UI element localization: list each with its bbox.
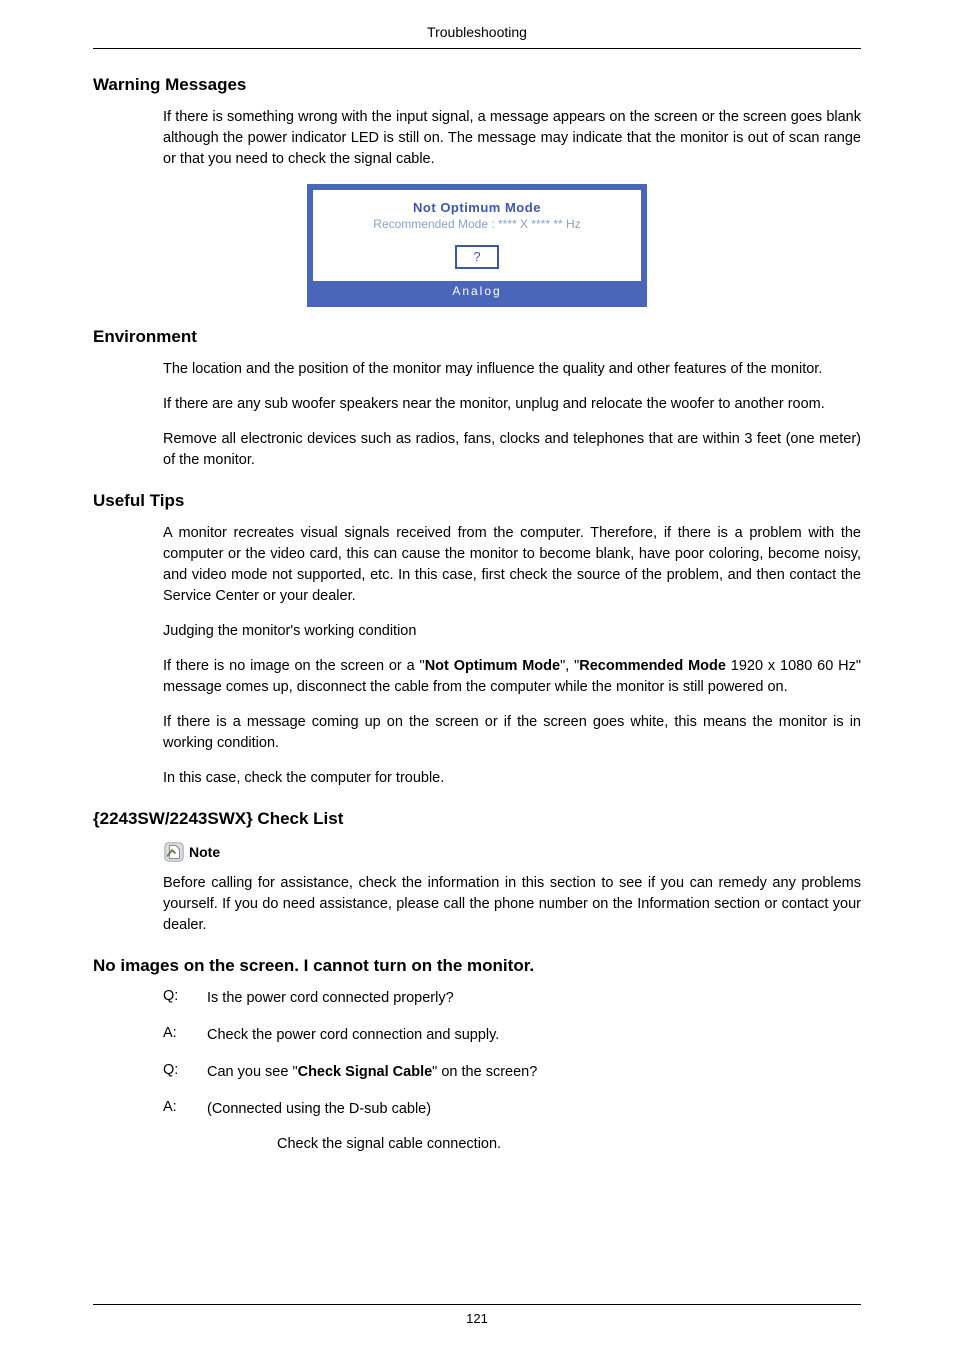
qa-a2-label: A:	[163, 1099, 185, 1115]
qa-a2: A: (Connected using the D-sub cable)	[163, 1099, 861, 1120]
environment-p2: If there are any sub woofer speakers nea…	[163, 394, 861, 415]
checklist-note-body: Before calling for assistance, check the…	[163, 873, 861, 936]
qa-q1: Q: Is the power cord connected properly?	[163, 988, 861, 1009]
environment-p3: Remove all electronic devices such as ra…	[163, 429, 861, 471]
page-number: 121	[93, 1311, 861, 1326]
tips-p1: A monitor recreates visual signals recei…	[163, 523, 861, 607]
heading-environment: Environment	[93, 327, 861, 347]
tips-p2: Judging the monitor's working condition	[163, 621, 861, 642]
qa-a1: A: Check the power cord connection and s…	[163, 1025, 861, 1046]
qa-a2-text: (Connected using the D-sub cable)	[207, 1099, 861, 1120]
osd-title: Not Optimum Mode	[319, 200, 635, 215]
tips-p3-pre: If there is no image on the screen or a …	[163, 658, 425, 674]
header-rule	[93, 48, 861, 49]
tips-p3-bold2: Recommended Mode	[579, 658, 726, 674]
qa-a2-sub: Check the signal cable connection.	[277, 1136, 861, 1152]
heading-no-images: No images on the screen. I cannot turn o…	[93, 956, 861, 976]
environment-p1: The location and the position of the mon…	[163, 359, 861, 380]
osd-recommended-mode: Recommended Mode : **** X **** ** Hz	[319, 217, 635, 231]
tips-p3-mid: ", "	[560, 658, 579, 674]
qa-q2-pre: Can you see "	[207, 1064, 298, 1080]
footer-rule	[93, 1304, 861, 1305]
tips-p5: In this case, check the computer for tro…	[163, 768, 861, 789]
osd-screenshot: Not Optimum Mode Recommended Mode : ****…	[93, 184, 861, 307]
qa-q1-label: Q:	[163, 988, 185, 1004]
qa-a1-label: A:	[163, 1025, 185, 1041]
tips-p3-bold1: Not Optimum Mode	[425, 658, 560, 674]
running-header: Troubleshooting	[93, 24, 861, 48]
tips-p4: If there is a message coming up on the s…	[163, 712, 861, 754]
warning-paragraph: If there is something wrong with the inp…	[163, 107, 861, 170]
qa-q2-bold: Check Signal Cable	[298, 1064, 433, 1080]
qa-a1-text: Check the power cord connection and supp…	[207, 1025, 861, 1046]
qa-q2: Q: Can you see "Check Signal Cable" on t…	[163, 1062, 861, 1083]
note-icon	[163, 841, 185, 863]
tips-p3: If there is no image on the screen or a …	[163, 656, 861, 698]
note-label: Note	[189, 844, 220, 860]
heading-useful-tips: Useful Tips	[93, 491, 861, 511]
qa-q2-label: Q:	[163, 1062, 185, 1078]
heading-check-list: {2243SW/2243SWX} Check List	[93, 809, 861, 829]
osd-footer-label: Analog	[313, 281, 641, 301]
osd-question-button: ?	[455, 245, 498, 269]
qa-q2-post: " on the screen?	[432, 1064, 537, 1080]
qa-q1-text: Is the power cord connected properly?	[207, 988, 861, 1009]
qa-q2-text: Can you see "Check Signal Cable" on the …	[207, 1062, 861, 1083]
heading-warning-messages: Warning Messages	[93, 75, 861, 95]
